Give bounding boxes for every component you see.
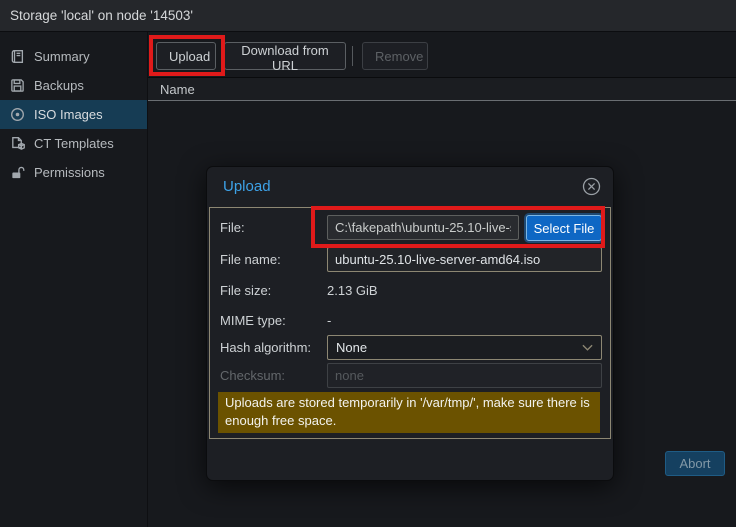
- sidebar-item-label: Backups: [34, 78, 84, 93]
- sidebar-item-label: ISO Images: [34, 107, 103, 122]
- file-size-label: File size:: [220, 278, 271, 303]
- file-name-row: File name:: [210, 247, 610, 272]
- upload-dialog: Upload File: Select File File name: File…: [206, 166, 614, 481]
- upload-warning-message: Uploads are stored temporarily in '/var/…: [218, 392, 600, 433]
- window-titlebar: Storage 'local' on node '14503': [0, 0, 736, 32]
- sidebar-item-label: Permissions: [34, 165, 105, 180]
- file-name-label: File name:: [220, 247, 281, 272]
- storage-toolbar: Upload Download from URL Remove: [148, 32, 736, 77]
- close-icon[interactable]: [582, 177, 601, 196]
- table-header-row[interactable]: Name: [148, 77, 736, 101]
- checksum-input[interactable]: [327, 363, 602, 388]
- chevron-down-icon: [582, 344, 593, 352]
- file-name-input[interactable]: [327, 247, 602, 272]
- toolbar-separator: [352, 46, 353, 66]
- checksum-label: Checksum:: [220, 363, 285, 388]
- unlock-icon: [10, 165, 25, 180]
- sidebar-item-ct-templates[interactable]: CT Templates: [0, 129, 147, 158]
- sidebar: Summary Backups ISO Images CT Templates …: [0, 32, 148, 527]
- dialog-title: Upload: [223, 178, 271, 195]
- hash-algorithm-row: Hash algorithm: None: [210, 335, 610, 360]
- book-icon: [10, 49, 25, 64]
- floppy-icon: [10, 78, 25, 93]
- hash-algorithm-value: None: [336, 340, 367, 355]
- sidebar-item-label: CT Templates: [34, 136, 114, 151]
- abort-button[interactable]: Abort: [665, 451, 725, 476]
- column-header-name[interactable]: Name: [160, 82, 195, 97]
- mime-type-label: MIME type:: [220, 308, 286, 333]
- sidebar-item-label: Summary: [34, 49, 90, 64]
- sidebar-item-iso-images[interactable]: ISO Images: [0, 100, 147, 129]
- mime-type-row: MIME type: -: [210, 308, 610, 333]
- sidebar-item-permissions[interactable]: Permissions: [0, 158, 147, 187]
- file-path-input[interactable]: [327, 215, 519, 240]
- select-file-button[interactable]: Select File: [526, 215, 602, 241]
- hash-algorithm-select[interactable]: None: [327, 335, 602, 360]
- file-size-row: File size: 2.13 GiB: [210, 278, 610, 303]
- mime-type-value: -: [327, 308, 331, 333]
- page-title: Storage 'local' on node '14503': [10, 8, 193, 23]
- file-label: File:: [220, 215, 245, 240]
- upload-button[interactable]: Upload: [156, 42, 216, 70]
- file-row: File: Select File: [210, 215, 610, 241]
- ct-template-icon: [10, 136, 25, 151]
- upload-form-panel: File: Select File File name: File size: …: [209, 207, 611, 439]
- file-size-value: 2.13 GiB: [327, 278, 378, 303]
- cd-icon: [10, 107, 25, 122]
- checksum-row: Checksum:: [210, 363, 610, 388]
- hash-algorithm-label: Hash algorithm:: [220, 335, 311, 360]
- download-from-url-button[interactable]: Download from URL: [224, 42, 346, 70]
- remove-button[interactable]: Remove: [362, 42, 428, 70]
- sidebar-item-backups[interactable]: Backups: [0, 71, 147, 100]
- sidebar-item-summary[interactable]: Summary: [0, 42, 147, 71]
